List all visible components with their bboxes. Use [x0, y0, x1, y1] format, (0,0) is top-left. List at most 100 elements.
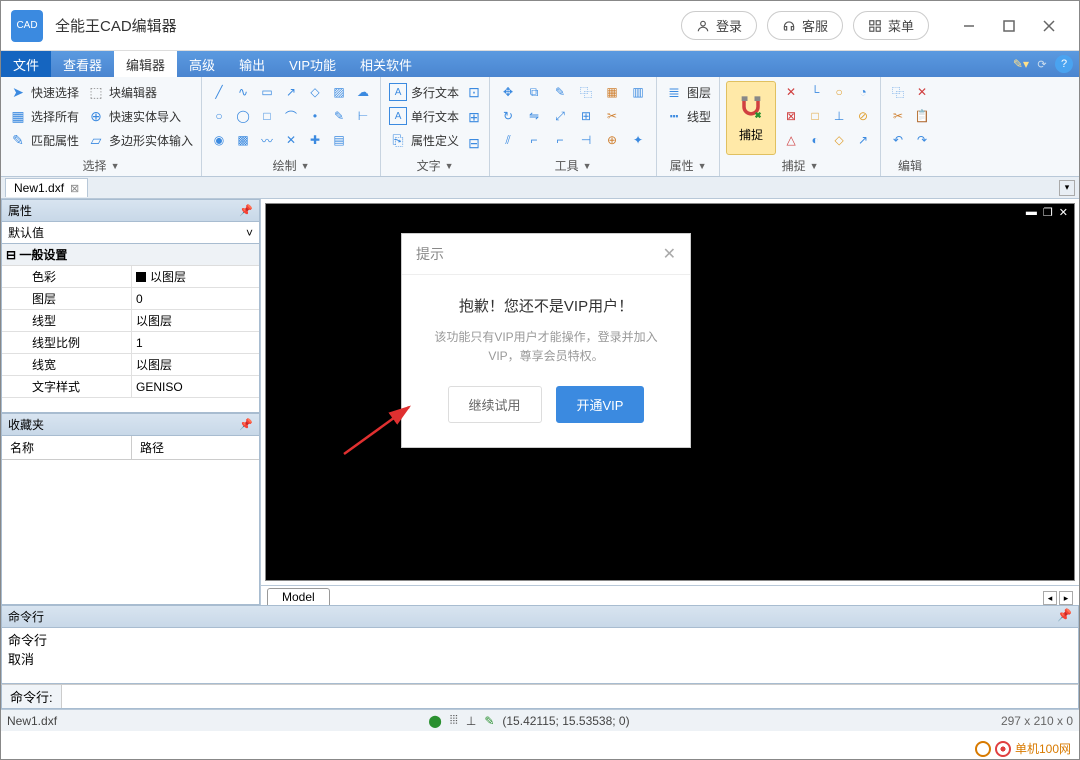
quick-import[interactable]: ⊕快速实体导入 — [85, 105, 195, 127]
snap-quad-icon[interactable]: ◔ — [852, 81, 874, 103]
copy-icon[interactable]: ⿻ — [574, 81, 598, 103]
donut-icon[interactable]: ◉ — [208, 129, 230, 151]
fillet-icon[interactable]: ⌐ — [522, 129, 546, 151]
menu-vip[interactable]: VIP功能 — [277, 51, 348, 77]
dialog-close-icon[interactable]: ✕ — [663, 244, 676, 264]
chevron-down-icon[interactable]: ▼ — [698, 161, 707, 171]
snap-app-icon[interactable]: ◐ — [804, 129, 826, 151]
paste2-icon[interactable]: 📋 — [911, 105, 933, 127]
offset-icon[interactable]: ⫽ — [496, 129, 520, 151]
pen-icon[interactable]: ✎ — [328, 105, 350, 127]
mirror-icon[interactable]: ⇋ — [522, 105, 546, 127]
model-tab[interactable]: Model — [267, 588, 330, 605]
cloud-icon[interactable]: ☁ — [352, 81, 374, 103]
fav-col-name[interactable]: 名称 — [2, 436, 132, 459]
circle-icon[interactable]: ○ — [208, 105, 230, 127]
layer-icon[interactable]: ▦ — [600, 81, 624, 103]
snap-node-icon[interactable]: □ — [804, 105, 826, 127]
snap-ext-icon[interactable]: ↗ — [852, 129, 874, 151]
align-icon[interactable]: ▥ — [626, 81, 650, 103]
help-icon[interactable]: ? — [1055, 55, 1073, 73]
hatch2-icon[interactable]: ▩ — [232, 129, 254, 151]
menu-button[interactable]: 菜单 — [853, 11, 929, 40]
explode-icon[interactable]: ✦ — [626, 129, 650, 151]
select-all[interactable]: ▦选择所有 — [7, 105, 81, 127]
array-icon[interactable]: ⊞ — [574, 105, 598, 127]
property-row[interactable]: 色彩以图层 — [2, 266, 259, 288]
scroll-right-icon[interactable]: ▸ — [1059, 591, 1073, 605]
chevron-down-icon[interactable]: ▼ — [810, 161, 819, 171]
chevron-down-icon[interactable]: ▼ — [583, 161, 592, 171]
snap-tan-icon[interactable]: ⊘ — [852, 105, 874, 127]
mtext[interactable]: A多行文本 — [387, 81, 461, 103]
xline-icon[interactable]: ✕ — [280, 129, 302, 151]
match-props[interactable]: ✎匹配属性 — [7, 129, 81, 151]
menu-viewer[interactable]: 查看器 — [51, 51, 114, 77]
move-icon[interactable]: ✥ — [496, 81, 520, 103]
menu-related[interactable]: 相关软件 — [348, 51, 424, 77]
continue-trial-button[interactable]: 继续试用 — [448, 386, 542, 423]
expand-tabs[interactable]: ▾ — [1059, 180, 1075, 196]
snap-near-icon[interactable]: △ — [780, 129, 802, 151]
text-tool1-icon[interactable]: ⊡ — [465, 84, 483, 102]
maximize-button[interactable] — [989, 10, 1029, 42]
pin-icon[interactable]: 📌 — [1057, 608, 1072, 625]
polygon-input[interactable]: ▱多边形实体输入 — [85, 129, 195, 151]
quick-select[interactable]: ➤快速选择 — [7, 81, 81, 103]
close-icon[interactable]: ⊠ — [70, 182, 79, 195]
paste-icon[interactable]: ✕ — [911, 81, 933, 103]
note-icon[interactable]: ✎ — [548, 81, 572, 103]
linetype[interactable]: ┅线型 — [663, 105, 713, 127]
scroll-left-icon[interactable]: ◂ — [1043, 591, 1057, 605]
join-icon[interactable]: ⊕ — [600, 129, 624, 151]
support-button[interactable]: 客服 — [767, 11, 843, 40]
snap-int-icon[interactable]: ⊠ — [780, 105, 802, 127]
square-icon[interactable]: □ — [256, 105, 278, 127]
pin-icon[interactable]: 📌 — [239, 418, 253, 431]
property-row[interactable]: 线宽以图层 — [2, 354, 259, 376]
extend-icon[interactable] — [626, 105, 650, 127]
pin-icon[interactable]: 📌 — [239, 204, 253, 217]
shape-icon[interactable]: ◇ — [304, 81, 326, 103]
text[interactable]: A单行文本 — [387, 105, 461, 127]
canvas-max-icon[interactable]: ❐ — [1041, 206, 1055, 219]
trim-icon[interactable]: ✂ — [600, 105, 624, 127]
rect-icon[interactable]: ▭ — [256, 81, 278, 103]
snap-perp-icon[interactable]: ⊥ — [828, 105, 850, 127]
attrdef[interactable]: ⎘属性定义 — [387, 129, 461, 151]
capture-button[interactable]: 捕捉 — [726, 81, 776, 155]
property-row[interactable]: 线型比例1 — [2, 332, 259, 354]
hatch1-icon[interactable]: ▨ — [328, 81, 350, 103]
prop-section[interactable]: ⊟ 一般设置 — [2, 244, 259, 266]
point-icon[interactable]: • — [304, 105, 326, 127]
snap-end-icon[interactable]: ✕ — [780, 81, 802, 103]
command-input[interactable] — [62, 685, 1078, 708]
status-ortho-icon[interactable]: ⊥ — [466, 714, 476, 728]
properties-default[interactable]: 默认值 ˅ — [1, 222, 260, 244]
copy2-icon[interactable]: ⿻ — [887, 81, 909, 103]
text-tool3-icon[interactable]: ⊟ — [465, 134, 483, 152]
canvas-close-icon[interactable]: ✕ — [1057, 206, 1070, 219]
layers[interactable]: ≣图层 — [663, 81, 713, 103]
property-row[interactable]: 线型以图层 — [2, 310, 259, 332]
close-button[interactable] — [1029, 10, 1069, 42]
snap-cen-icon[interactable]: ○ — [828, 81, 850, 103]
open-vip-button[interactable]: 开通VIP — [556, 386, 645, 423]
break-icon[interactable]: ⊣ — [574, 129, 598, 151]
refresh-icon[interactable]: ⟳ — [1033, 55, 1051, 73]
cross-icon[interactable]: ✚ — [304, 129, 326, 151]
dim-icon[interactable]: ⊢ — [352, 105, 374, 127]
chamfer-icon[interactable]: ⌐ — [548, 129, 572, 151]
canvas-min-icon[interactable]: ▬ — [1024, 206, 1039, 219]
status-icon1[interactable]: ⬤ — [428, 714, 441, 728]
chevron-down-icon[interactable]: ▼ — [111, 161, 120, 171]
menu-advanced[interactable]: 高级 — [177, 51, 227, 77]
block-editor[interactable]: ⬚块编辑器 — [85, 81, 195, 103]
chevron-down-icon[interactable]: ▼ — [445, 161, 454, 171]
polyline-icon[interactable]: ∿ — [232, 81, 254, 103]
property-row[interactable]: 文字样式GENISO — [2, 376, 259, 398]
ellipse-icon[interactable]: ◯ — [232, 105, 254, 127]
menu-file[interactable]: 文件 — [1, 51, 51, 77]
property-row[interactable]: 图层0 — [2, 288, 259, 310]
doc-tab[interactable]: New1.dxf ⊠ — [5, 178, 88, 197]
